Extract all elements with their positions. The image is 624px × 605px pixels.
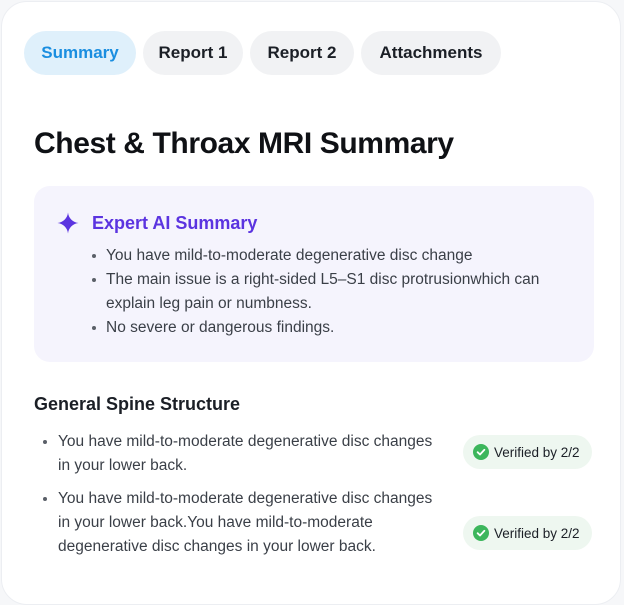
list-item: You have mild-to-moderate degenerative d…	[40, 487, 438, 559]
verified-badge: Verified by 2/2	[463, 516, 592, 550]
ai-summary-list: You have mild-to-moderate degenerative d…	[90, 244, 570, 340]
tab-attachments[interactable]: Attachments	[361, 31, 501, 75]
tab-report-1[interactable]: Report 1	[143, 31, 243, 75]
summary-card: Summary Report 1 Report 2 Attachments Ch…	[1, 1, 621, 605]
verified-badge-label: Verified by 2/2	[494, 444, 580, 460]
ai-summary-panel: Expert AI Summary You have mild-to-moder…	[34, 186, 594, 362]
ai-summary-header: Expert AI Summary	[56, 210, 257, 236]
list-item: You have mild-to-moderate degenerative d…	[90, 244, 570, 268]
page-title: Chest & Throax MRI Summary	[34, 127, 454, 160]
tab-summary[interactable]: Summary	[24, 31, 136, 75]
verified-badge-label: Verified by 2/2	[494, 525, 580, 541]
check-circle-icon	[473, 525, 489, 541]
ai-summary-title: Expert AI Summary	[92, 212, 258, 233]
tab-report-2[interactable]: Report 2	[250, 31, 354, 75]
sparkle-icon	[57, 212, 79, 234]
check-circle-icon	[473, 444, 489, 460]
list-item: You have mild-to-moderate degenerative d…	[40, 430, 438, 478]
list-item: The main issue is a right-sided L5–S1 di…	[90, 268, 570, 316]
verified-badge: Verified by 2/2	[463, 435, 592, 469]
list-item: No severe or dangerous findings.	[90, 316, 570, 340]
section-title-general-spine: General Spine Structure	[34, 394, 241, 414]
